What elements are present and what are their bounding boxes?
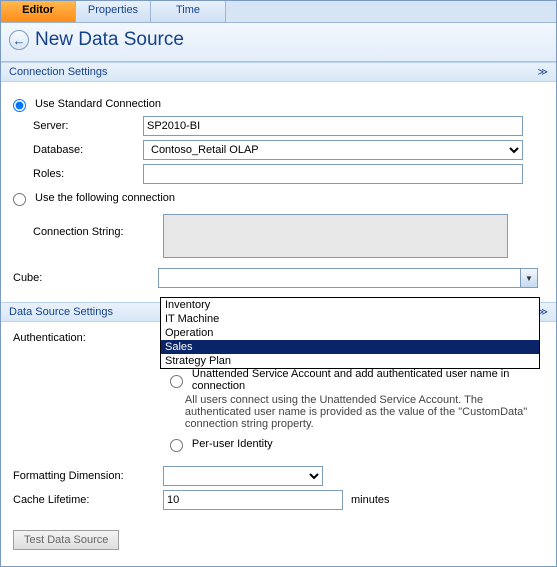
use-following-label: Use the following connection	[35, 192, 175, 204]
tab-editor[interactable]: Editor	[1, 1, 76, 22]
page-title-bar: ← New Data Source	[1, 23, 556, 62]
dropdown-icon[interactable]: ▼	[520, 269, 537, 287]
test-data-source-button[interactable]: Test Data Source	[13, 530, 119, 550]
tab-properties[interactable]: Properties	[76, 1, 151, 22]
use-following-radio[interactable]	[13, 193, 26, 206]
use-standard-radio[interactable]	[13, 99, 26, 112]
cache-lifetime-label: Cache Lifetime:	[13, 494, 163, 506]
cube-option-sales[interactable]: Sales	[161, 340, 539, 354]
server-input[interactable]	[143, 116, 523, 136]
cube-option-strategy-plan[interactable]: Strategy Plan	[161, 354, 539, 368]
connstr-label: Connection String:	[33, 214, 163, 238]
cube-option-it-machine[interactable]: IT Machine	[161, 312, 539, 326]
cube-select[interactable]: ▼	[158, 268, 538, 288]
page-title: New Data Source	[35, 29, 184, 51]
auth-peruser-radio[interactable]	[170, 439, 183, 452]
database-select[interactable]: Contoso_Retail OLAP	[143, 140, 523, 160]
use-standard-label: Use Standard Connection	[35, 98, 161, 110]
connstr-textarea	[163, 214, 508, 258]
use-following-row: Use the following connection	[13, 190, 544, 206]
auth-unattended-custom-help: All users connect using the Unattended S…	[185, 394, 535, 430]
datasource-settings-title: Data Source Settings	[9, 306, 113, 318]
cube-option-inventory[interactable]: Inventory	[161, 298, 539, 312]
cache-lifetime-units: minutes	[351, 494, 390, 506]
collapse-icon: ≫	[538, 67, 548, 78]
formatting-dimension-label: Formatting Dimension:	[13, 470, 163, 482]
formatting-dimension-select[interactable]	[163, 466, 323, 486]
database-label: Database:	[33, 144, 143, 156]
auth-unattended-custom-radio[interactable]	[170, 375, 183, 388]
connection-settings-header[interactable]: Connection Settings ≫	[1, 62, 556, 82]
use-standard-row: Use Standard Connection	[13, 96, 544, 112]
server-label: Server:	[33, 120, 143, 132]
top-tabs: Editor Properties Time	[1, 1, 556, 23]
authentication-label: Authentication:	[13, 330, 155, 452]
cube-option-operation[interactable]: Operation	[161, 326, 539, 340]
roles-label: Roles:	[33, 168, 143, 180]
cache-lifetime-input[interactable]	[163, 490, 343, 510]
auth-peruser-label: Per-user Identity	[192, 438, 273, 450]
tab-time[interactable]: Time	[151, 1, 226, 22]
connection-settings-body: Use Standard Connection Server: Database…	[1, 82, 556, 302]
cube-dropdown-list[interactable]: Inventory IT Machine Operation Sales Str…	[160, 297, 540, 369]
connection-settings-title: Connection Settings	[9, 66, 107, 78]
auth-unattended-custom-label: Unattended Service Account and add authe…	[192, 368, 544, 392]
cube-label: Cube:	[13, 272, 158, 284]
back-button[interactable]: ←	[9, 30, 29, 50]
roles-input[interactable]	[143, 164, 523, 184]
